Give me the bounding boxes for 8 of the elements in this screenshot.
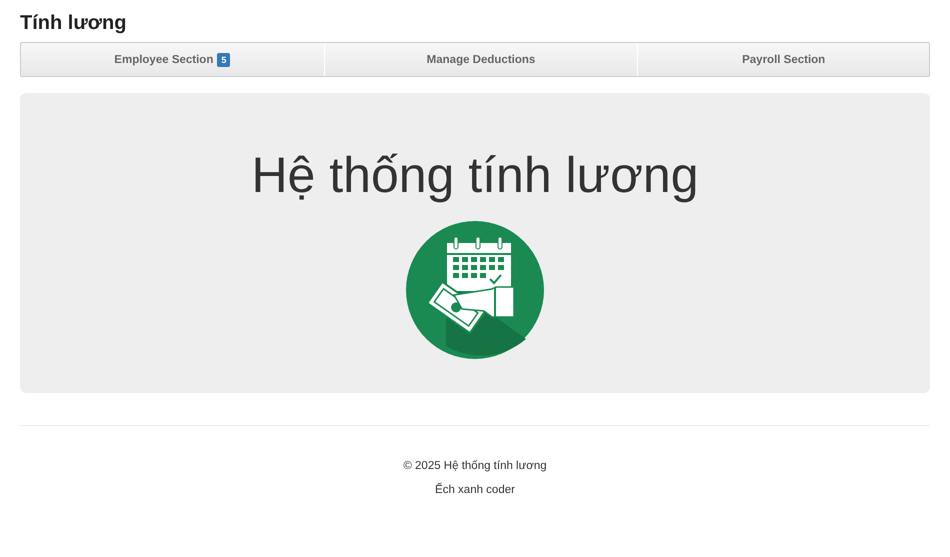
nav-link[interactable]: Manage Deductions (324, 43, 638, 76)
footer-text: Ếch xanh coder (435, 482, 515, 498)
nav-link[interactable]: Payroll Section (637, 43, 929, 76)
hero-heading: Hệ thống tính lương (251, 146, 699, 205)
footer-text: © 2025 Hệ thống tính lương (403, 459, 547, 474)
count-badge: 5 (217, 52, 230, 66)
page-title: Tính lương (20, 11, 128, 35)
nav-link[interactable]: Employee Section 5 (21, 43, 324, 76)
